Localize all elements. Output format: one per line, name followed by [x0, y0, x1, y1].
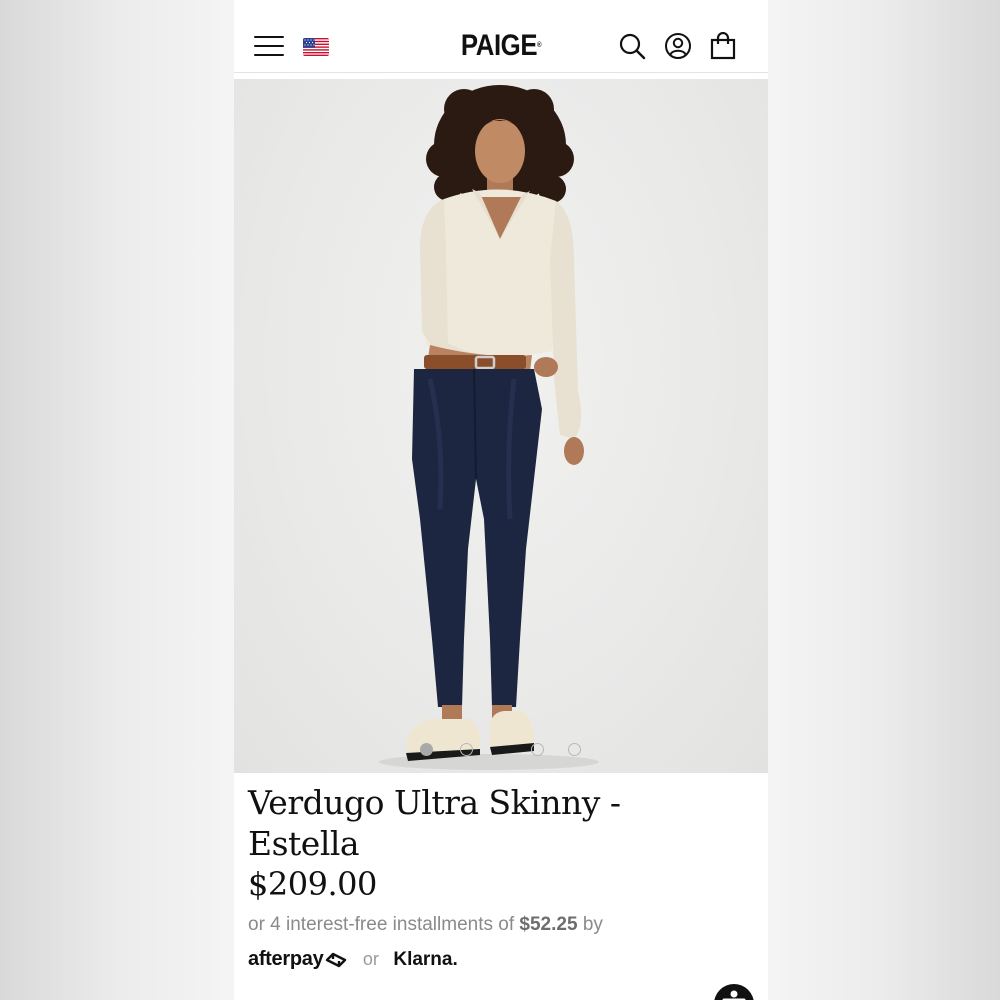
carousel-dot-1[interactable]: [420, 743, 433, 756]
payment-options: afterpay or Klarna.: [248, 948, 458, 978]
registered-mark: ®: [537, 42, 542, 49]
shopping-bag-icon[interactable]: [709, 32, 737, 60]
klarna-logo[interactable]: Klarna.: [393, 949, 457, 971]
image-carousel-dots: [234, 743, 768, 761]
accessibility-icon[interactable]: [714, 984, 754, 1000]
carousel-dot-2[interactable]: [460, 743, 473, 756]
mobile-page: PAIGE® Verdugo Ultra Skinny - Estella $2…: [234, 0, 768, 1000]
carousel-dot-4[interactable]: [568, 743, 581, 756]
model-illustration: [379, 85, 599, 770]
brand-logo-text: PAIGE: [460, 29, 538, 62]
installments-prefix: or 4 interest-free installments of: [248, 914, 515, 935]
installment-amount: $52.25: [519, 914, 578, 935]
site-header: PAIGE®: [234, 0, 768, 73]
or-separator: or: [362, 949, 379, 969]
account-icon[interactable]: [664, 32, 692, 60]
carousel-dot-3[interactable]: [531, 743, 544, 756]
afterpay-label: afterpay: [248, 948, 324, 970]
product-title: Verdugo Ultra Skinny - Estella: [248, 783, 621, 863]
installments-text: or 4 interest-free installments of $52.2…: [248, 914, 603, 936]
afterpay-logo[interactable]: afterpay: [248, 948, 348, 971]
search-icon[interactable]: [618, 32, 646, 60]
afterpay-arrows-icon: [324, 951, 348, 969]
product-price: $209.00: [248, 865, 377, 903]
product-image[interactable]: [234, 79, 768, 773]
brand-logo[interactable]: PAIGE®: [271, 26, 730, 66]
installments-suffix: by: [582, 914, 603, 935]
